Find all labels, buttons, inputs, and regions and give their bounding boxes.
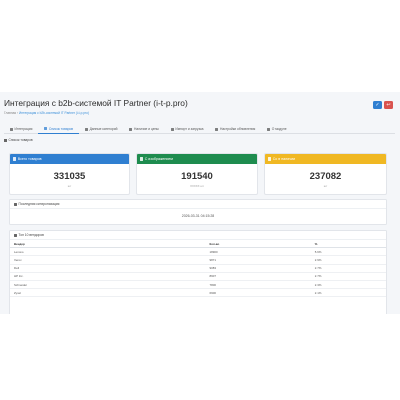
last-sync-value: 2026-03-31 04:15:28	[181, 214, 215, 218]
stat-card-total: Всего товаров 331035 шт	[9, 153, 130, 195]
image-icon	[140, 157, 144, 161]
tab-import[interactable]: Импорт и загрузка	[165, 124, 210, 134]
last-sync-panel: Последняя синхронизация 2026-03-31 04:15…	[9, 199, 387, 225]
tab-update-settings[interactable]: Настройки обновления	[209, 124, 261, 134]
close-icon: ↩	[386, 102, 391, 108]
table-row: Zyxel 6900 2.1%	[10, 288, 386, 298]
page-bottom-margin	[0, 314, 400, 400]
stat-card-header: Со в наличии	[265, 154, 386, 164]
vendors-table: Вендор Кол-во % Lenovo 18900 5.6% Xerox 987…	[10, 240, 386, 298]
tab-products[interactable]: Список товаров	[38, 124, 80, 134]
breadcrumb-current[interactable]: Интеграция с b2b-системой IT Partner (i-…	[19, 111, 89, 115]
stat-card-header: С изображением	[137, 154, 257, 164]
section-header: Список товаров	[4, 138, 395, 144]
breadcrumb: Главная › Интеграция с b2b-системой IT P…	[4, 111, 89, 115]
table-row: Dell 9083 2.7%	[10, 264, 386, 273]
stat-value: 191540	[181, 171, 213, 182]
table-row: Xerox 9871 2.9%	[10, 255, 386, 265]
table-row: HP Inc. 8907 2.7%	[10, 272, 386, 281]
stat-value: 331035	[53, 171, 86, 182]
stat-value: 237082	[309, 171, 342, 182]
section-title: Список товаров	[8, 138, 33, 142]
table-header-row: Вендор Кол-во %	[10, 240, 386, 249]
column-header[interactable]: %	[310, 240, 386, 249]
tab-integration[interactable]: Интеграция	[4, 124, 38, 134]
tab-categories[interactable]: Данные категорий	[79, 124, 123, 134]
panel-header: Топ 10 вендоров	[10, 231, 386, 240]
close-button[interactable]: ↩	[384, 101, 393, 109]
page-header: Интеграция с b2b-системой IT Partner (i-…	[4, 96, 394, 118]
tab-stock-prices[interactable]: Наличие и цены	[123, 124, 164, 134]
save-icon: ✓	[375, 102, 380, 108]
save-button[interactable]: ✓	[373, 101, 382, 109]
table-row: Lenovo 18900 5.6%	[10, 247, 386, 257]
table-row: Schneider 7800 2.3%	[10, 280, 386, 290]
list-icon	[4, 138, 7, 142]
stat-unit: шт	[323, 183, 328, 188]
stock-icon	[268, 157, 272, 161]
column-header[interactable]: Кол-во	[205, 240, 311, 249]
plug-icon	[10, 127, 13, 131]
tab-about[interactable]: О модуле	[261, 124, 292, 134]
trophy-icon	[14, 233, 17, 237]
folder-icon	[85, 127, 89, 131]
stat-card-in-stock: Со в наличии 237082 шт	[264, 153, 387, 195]
tag-icon	[129, 127, 133, 131]
info-icon	[267, 127, 271, 131]
box-icon	[13, 157, 17, 161]
download-icon	[170, 127, 174, 131]
list-icon	[44, 127, 48, 130]
gear-icon	[215, 127, 219, 131]
column-header[interactable]: Вендор	[10, 240, 206, 249]
stat-unit: шт	[67, 183, 72, 188]
stat-card-images: С изображением 191540 XXXXX шт	[136, 153, 258, 195]
stat-unit: XXXXX шт	[190, 183, 204, 188]
stat-card-header: Всего товаров	[10, 154, 129, 164]
clock-icon	[14, 202, 17, 206]
panel-header: Последняя синхронизация	[10, 200, 386, 209]
breadcrumb-home[interactable]: Главная	[4, 111, 16, 115]
tab-bar: Интеграция Список товаров Данные категор…	[4, 124, 395, 134]
top-vendors-panel: Топ 10 вендоров Вендор Кол-во % Lenovo 18…	[9, 230, 387, 314]
page-title: Интеграция с b2b-системой IT Partner (i-…	[4, 98, 188, 108]
